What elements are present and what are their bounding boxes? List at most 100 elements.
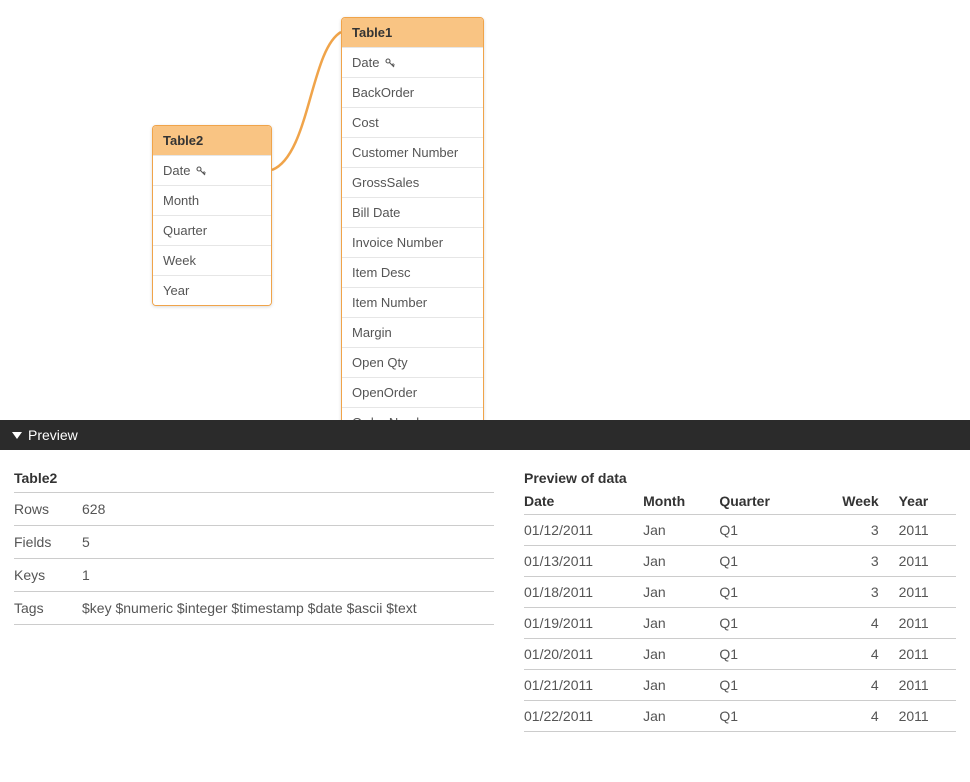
table-node-table2[interactable]: Table2 Date Month Quarter Week Year <box>152 125 272 306</box>
column-header[interactable]: Year <box>899 488 956 515</box>
field-row[interactable]: Open Qty <box>342 347 483 377</box>
field-label: BackOrder <box>352 85 414 100</box>
table-row[interactable]: 01/12/2011JanQ132011 <box>524 515 956 546</box>
field-label: Invoice Number <box>352 235 443 250</box>
cell: 3 <box>809 546 898 577</box>
cell: Q1 <box>719 670 809 701</box>
meta-label: Rows <box>14 501 82 517</box>
field-row[interactable]: Date <box>153 155 271 185</box>
cell: Q1 <box>719 608 809 639</box>
data-preview-table: DateMonthQuarterWeekYear 01/12/2011JanQ1… <box>524 488 956 732</box>
cell: 3 <box>809 577 898 608</box>
table-row[interactable]: 01/20/2011JanQ142011 <box>524 639 956 670</box>
table-row[interactable]: 01/19/2011JanQ142011 <box>524 608 956 639</box>
key-icon <box>384 57 396 69</box>
cell: 3 <box>809 515 898 546</box>
field-label: Customer Number <box>352 145 458 160</box>
field-row[interactable]: Year <box>153 275 271 305</box>
field-label: Date <box>352 55 379 70</box>
table-row[interactable]: 01/22/2011JanQ142011 <box>524 701 956 732</box>
field-row[interactable]: OpenOrder <box>342 377 483 407</box>
field-label: GrossSales <box>352 175 419 190</box>
meta-row-rows: Rows 628 <box>14 493 494 526</box>
cell: Q1 <box>719 701 809 732</box>
cell: Jan <box>643 670 719 701</box>
field-label: Quarter <box>163 223 207 238</box>
field-row[interactable]: Quarter <box>153 215 271 245</box>
table-name: Table2 <box>163 133 203 148</box>
cell: 01/18/2011 <box>524 577 643 608</box>
meta-value: 1 <box>82 567 90 583</box>
field-row[interactable]: Month <box>153 185 271 215</box>
field-label: Item Desc <box>352 265 411 280</box>
cell: Jan <box>643 608 719 639</box>
cell: Q1 <box>719 546 809 577</box>
column-header[interactable]: Month <box>643 488 719 515</box>
meta-value: 5 <box>82 534 90 550</box>
field-label: Cost <box>352 115 379 130</box>
table-header[interactable]: Table1 <box>342 18 483 47</box>
column-header[interactable]: Week <box>809 488 898 515</box>
field-row[interactable]: Margin <box>342 317 483 347</box>
cell: 01/21/2011 <box>524 670 643 701</box>
cell: Jan <box>643 701 719 732</box>
cell: 01/22/2011 <box>524 701 643 732</box>
model-canvas[interactable]: Table2 Date Month Quarter Week Year Table1 … <box>0 0 970 420</box>
table-row[interactable]: 01/18/2011JanQ132011 <box>524 577 956 608</box>
field-row[interactable]: Bill Date <box>342 197 483 227</box>
field-row[interactable]: Customer Number <box>342 137 483 167</box>
meta-label: Keys <box>14 567 82 583</box>
field-row[interactable]: Item Number <box>342 287 483 317</box>
table-row[interactable]: 01/21/2011JanQ142011 <box>524 670 956 701</box>
chevron-down-icon <box>12 432 22 439</box>
table-node-table1[interactable]: Table1 Date BackOrder Cost Customer Number… <box>341 17 484 420</box>
data-preview-column: Preview of data DateMonthQuarterWeekYear… <box>524 468 956 732</box>
meta-table-name: Table2 <box>14 468 494 493</box>
field-label: Bill Date <box>352 205 400 220</box>
meta-row-tags: Tags $key $numeric $integer $timestamp $… <box>14 592 494 625</box>
cell: 2011 <box>899 515 956 546</box>
meta-row-fields: Fields 5 <box>14 526 494 559</box>
table-row[interactable]: 01/13/2011JanQ132011 <box>524 546 956 577</box>
preview-toggle-bar[interactable]: Preview <box>0 420 970 450</box>
field-label: Order Number <box>352 415 435 420</box>
field-row[interactable]: Order Number <box>342 407 483 420</box>
field-label: Item Number <box>352 295 427 310</box>
meta-label: Tags <box>14 600 82 616</box>
field-row[interactable]: Week <box>153 245 271 275</box>
cell: 4 <box>809 670 898 701</box>
field-row[interactable]: Item Desc <box>342 257 483 287</box>
meta-value: 628 <box>82 501 105 517</box>
field-label: OpenOrder <box>352 385 417 400</box>
cell: 01/12/2011 <box>524 515 643 546</box>
meta-label: Fields <box>14 534 82 550</box>
field-label: Open Qty <box>352 355 408 370</box>
cell: Jan <box>643 515 719 546</box>
metadata-column: Table2 Rows 628 Fields 5 Keys 1 Tags $ke… <box>14 468 494 732</box>
table-header[interactable]: Table2 <box>153 126 271 155</box>
meta-value: $key $numeric $integer $timestamp $date … <box>82 600 417 616</box>
cell: Q1 <box>719 577 809 608</box>
preview-title: Preview <box>28 427 78 443</box>
column-header[interactable]: Date <box>524 488 643 515</box>
cell: Jan <box>643 577 719 608</box>
field-label: Year <box>163 283 189 298</box>
cell: 2011 <box>899 670 956 701</box>
field-row[interactable]: Invoice Number <box>342 227 483 257</box>
cell: Q1 <box>719 639 809 670</box>
column-header[interactable]: Quarter <box>719 488 809 515</box>
key-icon <box>195 165 207 177</box>
cell: Jan <box>643 639 719 670</box>
cell: 4 <box>809 701 898 732</box>
preview-panel: Table2 Rows 628 Fields 5 Keys 1 Tags $ke… <box>0 450 970 742</box>
field-row[interactable]: Date <box>342 47 483 77</box>
cell: Q1 <box>719 515 809 546</box>
field-row[interactable]: BackOrder <box>342 77 483 107</box>
cell: 2011 <box>899 577 956 608</box>
field-label: Date <box>163 163 190 178</box>
field-row[interactable]: Cost <box>342 107 483 137</box>
field-row[interactable]: GrossSales <box>342 167 483 197</box>
data-preview-title: Preview of data <box>524 468 956 488</box>
cell: 01/13/2011 <box>524 546 643 577</box>
table-name: Table1 <box>352 25 392 40</box>
